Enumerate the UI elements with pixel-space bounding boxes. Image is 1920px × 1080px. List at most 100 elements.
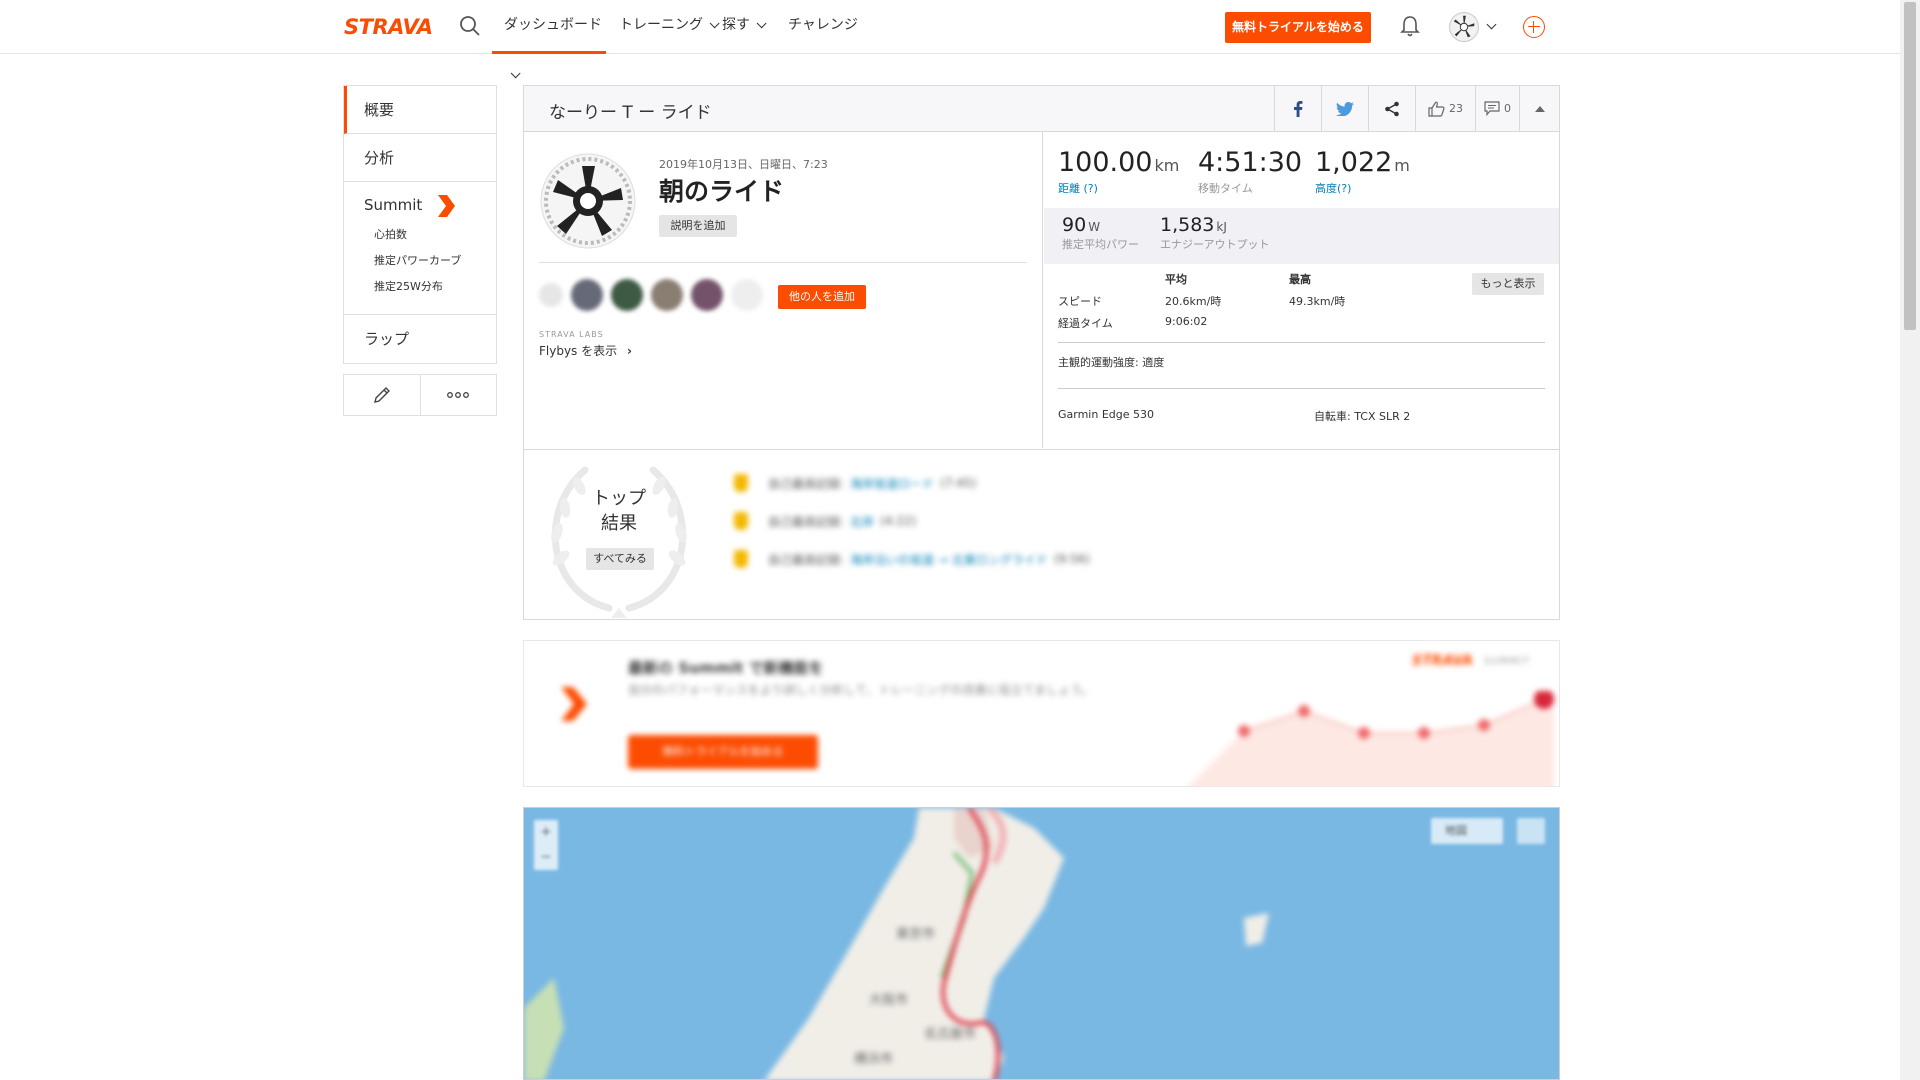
thumbs-up-icon [1428,101,1445,117]
avatar[interactable] [611,279,643,311]
comment-count: 0 [1504,102,1511,115]
moving-time-label: 移動タイム [1198,182,1253,195]
kudos-button[interactable]: 23 [1415,86,1475,131]
sidebar-item-overview[interactable]: 概要 [344,86,496,134]
twitter-share-button[interactable] [1321,86,1368,131]
achievement-time: (4:22) [880,514,917,528]
strava-logo: STRAVA [1412,653,1474,669]
comment-button[interactable]: 0 [1475,86,1519,131]
nav-challenges[interactable]: チャレンジ [788,0,858,54]
sidebar-item-summit[interactable]: Summit [344,188,496,222]
bell-icon[interactable] [1399,14,1421,38]
activity-date: 2019年10月13日、日曜日、7:23 [659,158,828,171]
avatar[interactable] [731,279,763,311]
moving-time-stat: 4:51:30 移動タイム [1198,147,1302,196]
activity-map[interactable]: 東京市 大阪市 名古屋市 横浜市 + − 地図 [523,807,1560,1080]
sidebar-item-power-curve[interactable]: 推定パワーカーブ [344,248,496,274]
promo-trial-button[interactable]: 無料トライアルを始める [628,735,818,769]
start-trial-button[interactable]: 無料トライアルを始める [1225,12,1371,43]
segment-link[interactable]: 北岸 [850,513,874,530]
chevron-down-icon[interactable] [1486,19,1497,30]
nav-training[interactable]: トレーニング [619,0,720,54]
sidebar-item-heart-rate[interactable]: 心拍数 [344,222,496,248]
avatar[interactable] [539,283,563,307]
power-unit: W [1088,220,1101,234]
power-label: 推定平均パワー [1062,238,1139,251]
user-avatar[interactable] [1449,12,1479,42]
top-navbar: STRAVA ダッシュボード トレーニング 探す チャレンジ 無料トライアルを始… [0,0,1900,79]
group-activity-avatars [539,279,771,311]
nav-training-label: トレーニング [619,17,703,33]
share-button[interactable] [1368,86,1415,131]
scrollbar-thumb[interactable] [1904,2,1916,330]
fullscreen-button[interactable] [1517,818,1545,844]
map-label: 横浜市 [854,1051,893,1067]
more-icon [447,392,470,398]
activity-stats: 100.00 km 距離 (?) 4:51:30 移動タイム 1,022 m 高度(… [1044,132,1559,448]
activity-card: なーりー T ー ライド 23 0 2019年10月13日、日曜日、7:23 朝… [523,85,1560,620]
flybys-label: Flybys を表示 [539,344,618,358]
segment-link[interactable]: 海岸沿いの坂道 → 北東ロングライド [850,551,1048,568]
top-results-section: トップ 結果 すべてみる 自己最高記録: 海岸坂道ロード (7:45) 自己最高… [524,449,1559,619]
distance-stat: 100.00 km 距離 (?) [1058,147,1179,196]
elevation-label[interactable]: 高度(?) [1315,180,1410,196]
achievement-time: (9:56) [1053,552,1091,566]
activity-header: なーりー T ー ライド 23 0 [524,86,1559,132]
facebook-share-button[interactable] [1274,86,1321,131]
secondary-stats: 90 W 推定平均パワー 1,583 kJ エナジーアウトプット [1044,208,1559,264]
avatar[interactable] [691,279,723,311]
avg-column-header: 平均 [1165,273,1187,286]
activity-name: 朝のライド [659,177,785,206]
nav-challenges-label: チャレンジ [788,17,858,33]
see-all-button[interactable]: すべてみる [586,548,654,570]
sidebar-summit-section: Summit 心拍数 推定パワーカーブ 推定25W分布 [344,182,496,315]
top-results-title: トップ 結果 [569,486,669,536]
bike-name[interactable]: 自転車: TCX SLR 2 [1314,408,1410,424]
zoom-in-button[interactable]: + [534,820,558,845]
trophy-icon [734,474,748,492]
power-value: 90 [1062,214,1087,236]
map-layer-button[interactable]: 地図 [1431,818,1503,844]
moving-time-value: 4:51:30 [1198,147,1303,178]
nav-explore[interactable]: 探す [722,0,767,54]
add-description-button[interactable]: 説明を追加 [659,215,737,237]
nav-dashboard[interactable]: ダッシュボード [492,0,606,79]
athlete-avatar[interactable] [539,152,637,250]
promo-graph-illustration [1189,691,1554,786]
more-actions-button[interactable] [421,375,497,415]
achievement-text: 自己最高記録: [768,552,845,567]
map-zoom-control[interactable]: + − [534,820,558,870]
add-others-button[interactable]: 他の人を追加 [778,285,866,309]
add-activity-icon[interactable] [1523,16,1545,38]
sidebar-item-power-distribution[interactable]: 推定25W分布 [344,274,496,300]
zoom-out-button[interactable]: − [534,845,558,870]
collapse-button[interactable] [1519,86,1559,131]
comment-icon [1484,101,1500,116]
energy-stat: 1,583 kJ エナジーアウトプット [1160,214,1270,252]
show-more-button[interactable]: もっと表示 [1472,273,1544,295]
sidebar-actions [343,374,497,416]
flybys-link[interactable]: Flybys を表示 › [539,342,632,359]
strava-logo[interactable]: STRAVA [344,15,433,39]
speed-avg-value: 20.6km/時 [1165,295,1222,308]
avatar[interactable] [651,279,683,311]
elapsed-time-label: 経過タイム [1058,317,1113,330]
activity-athlete-title: なーりー T ー ライド [549,103,712,123]
achievement-text: 自己最高記録: [768,514,845,529]
kudos-count: 23 [1449,102,1463,115]
map-canvas[interactable]: 東京市 大阪市 名古屋市 横浜市 [524,808,1560,1080]
avatar[interactable] [571,279,603,311]
nav-dashboard-label: ダッシュボード [504,17,602,33]
laurel-icon [551,466,687,618]
search-icon[interactable] [458,14,482,38]
segment-link[interactable]: 海岸坂道ロード [850,475,934,492]
twitter-icon [1336,101,1354,116]
edit-button[interactable] [344,375,421,415]
promo-content: 最新の Summit で新機能を 自分のパフォーマンスをより詳しく分析して、トレ… [524,641,1559,786]
activity-summary: 2019年10月13日、日曜日、7:23 朝のライド 説明を追加 他の人を追加 … [524,132,1043,448]
energy-value: 1,583 [1160,214,1215,236]
sidebar-item-laps[interactable]: ラップ [344,315,496,363]
distance-label[interactable]: 距離 (?) [1058,180,1179,196]
sidebar-item-analysis[interactable]: 分析 [344,134,496,182]
distance-value: 100.00 [1058,147,1153,178]
